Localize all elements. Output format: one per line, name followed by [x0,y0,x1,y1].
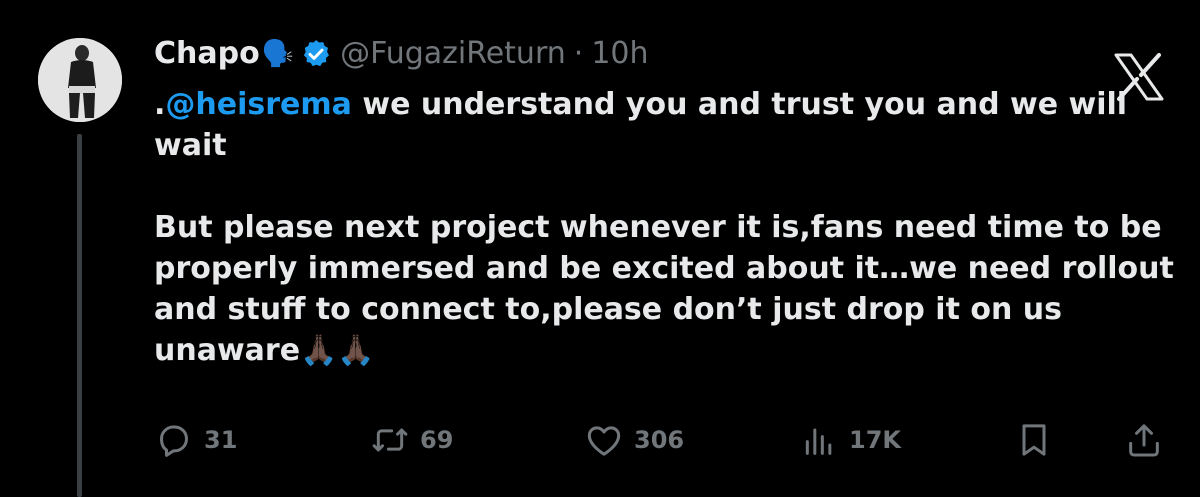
speaking-head-emoji: 🗣️ [261,39,295,69]
action-bar: 31 69 306 17K [154,420,1164,472]
views-count: 17K [849,426,901,454]
repost-count: 69 [420,426,454,454]
repost-button[interactable]: 69 [370,420,453,460]
tweet-text: .@heisrema we understand you and trust y… [154,84,1174,371]
share-button[interactable] [1124,420,1164,460]
separator-dot: · [573,36,584,71]
repost-icon [370,420,410,460]
mention-prefix: . [154,87,166,122]
prayer-hands-emoji: 🙏🏿🙏🏿 [300,333,375,368]
views-button[interactable]: 17K [799,420,901,460]
like-button[interactable]: 306 [584,420,684,460]
bookmark-icon [1014,420,1054,460]
avatar[interactable] [38,38,122,122]
thread-line [77,134,82,497]
verified-badge-icon [300,38,332,70]
reply-icon [154,420,194,460]
bookmark-button[interactable] [1014,420,1054,460]
timestamp[interactable]: 10h [591,34,648,74]
tweet-paragraph-2: But please next project whenever it is,f… [154,207,1174,371]
author-name[interactable]: Chapo [154,34,260,74]
mention-link[interactable]: @heisrema [165,87,352,122]
share-icon [1124,420,1164,460]
views-icon [799,420,839,460]
tweet-header: Chapo 🗣️ @FugaziReturn · 10h [154,34,649,74]
author-handle[interactable]: @FugaziReturn [340,34,566,74]
reply-count: 31 [204,426,238,454]
reply-button[interactable]: 31 [154,420,237,460]
like-count: 306 [634,426,685,454]
heart-icon [584,420,624,460]
tweet-paragraph-1: .@heisrema we understand you and trust y… [154,84,1174,166]
